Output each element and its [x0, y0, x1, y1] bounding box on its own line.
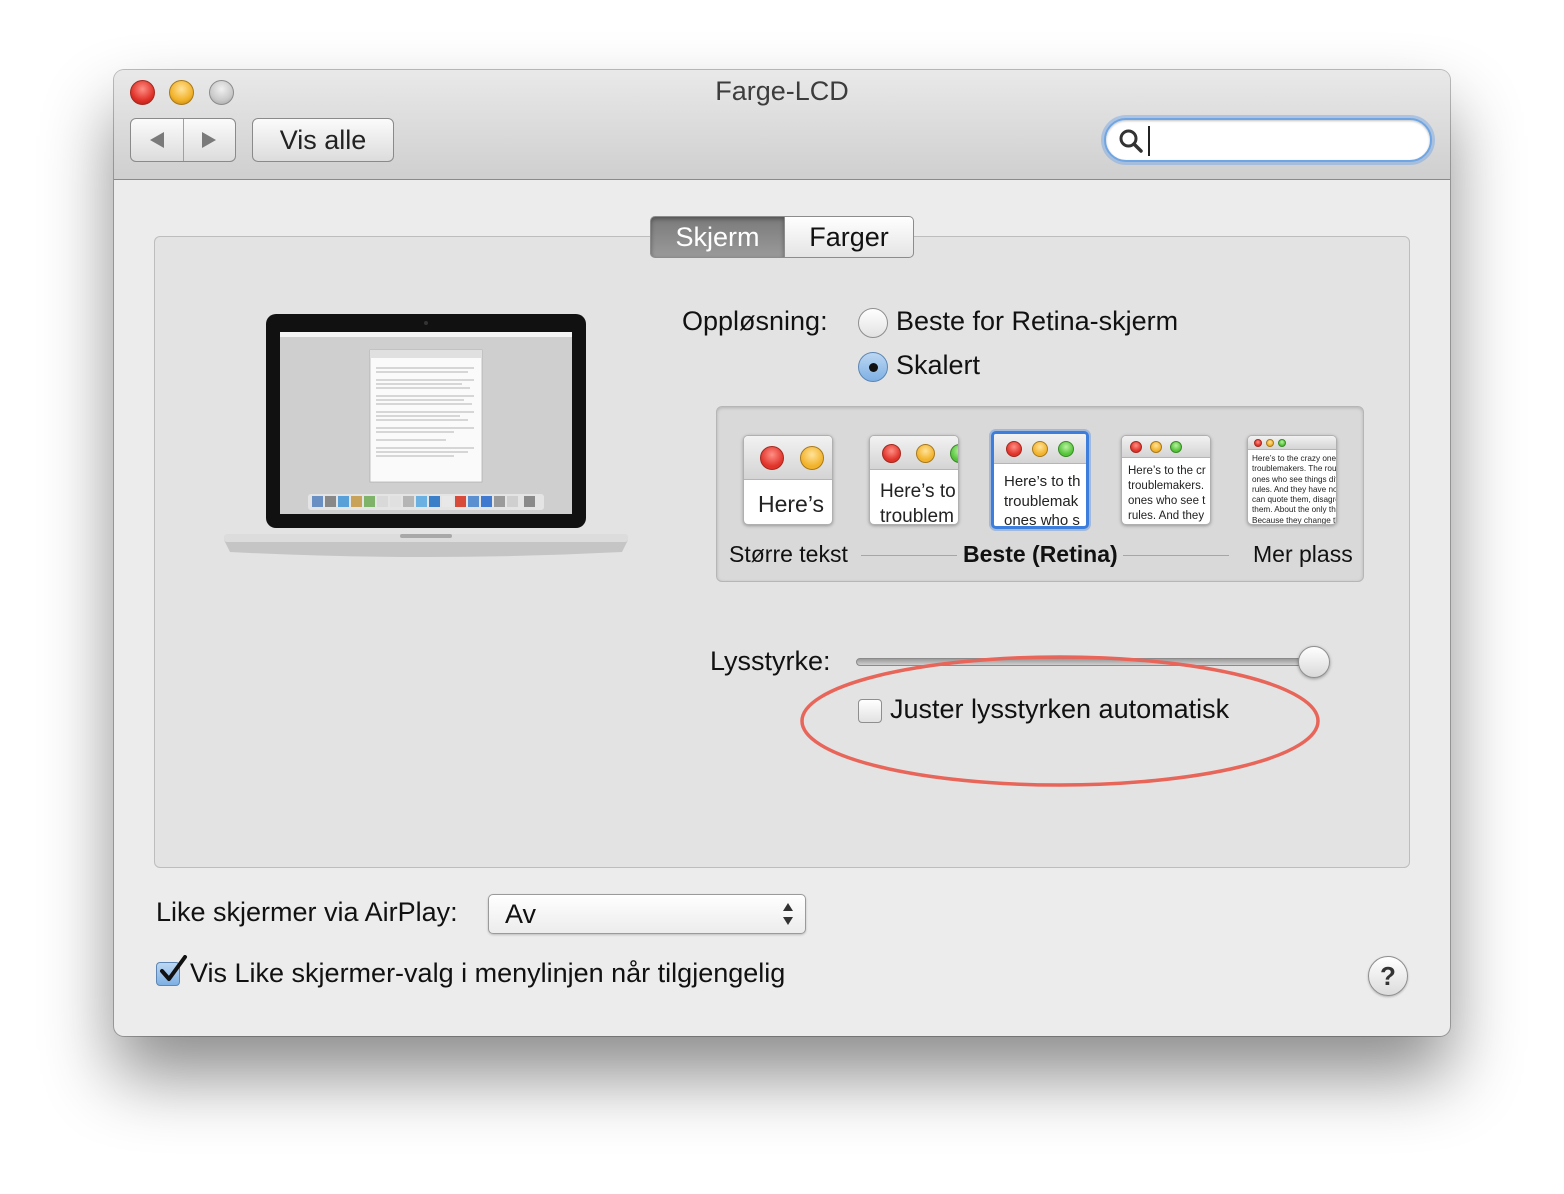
- thumb-minimize-dot: [800, 446, 824, 470]
- show-in-menubar-checkbox[interactable]: [156, 955, 187, 986]
- back-arrow-icon: [149, 132, 164, 148]
- thumb-close-dot: [760, 446, 784, 470]
- thumb-zoom-dot: [1170, 441, 1182, 453]
- back-forward-group: [130, 118, 236, 162]
- tab-display[interactable]: Skjerm: [650, 216, 785, 258]
- help-button[interactable]: ?: [1368, 956, 1408, 996]
- thumb-minimize-dot: [1266, 439, 1274, 447]
- thumb-preview-text: Here’s to the cr troublemakers. ones who…: [1128, 465, 1206, 522]
- best-retina-label: Beste (Retina): [963, 541, 1118, 567]
- scale-option-larger-text[interactable]: Here’s: [743, 435, 833, 525]
- show-in-menubar-label[interactable]: Vis Like skjermer-valg i menylinjen når …: [190, 958, 785, 989]
- scaled-label[interactable]: Skalert: [896, 350, 980, 381]
- more-space-label: Mer plass: [1253, 541, 1353, 567]
- thumb-preview-text: Here’s to the crazy ones troublemakers. …: [1252, 454, 1337, 525]
- thumb-zoom-dot: [1278, 439, 1286, 447]
- tab-bar: Skjerm Farger: [650, 216, 914, 258]
- system-preferences-window: Farge-LCD Vis alle Skjerm Farger Oppløsn…: [114, 70, 1450, 1036]
- brightness-label: Lysstyrke:: [710, 646, 831, 676]
- airplay-label: Like skjermer via AirPlay:: [156, 897, 458, 927]
- scale-option-more-space[interactable]: Here’s to the crazy ones troublemakers. …: [1247, 435, 1337, 525]
- thumb-preview-text: Here’s to th troublemak ones who s: [1004, 473, 1081, 529]
- scale-option-4[interactable]: Here’s to the cr troublemakers. ones who…: [1121, 435, 1211, 525]
- forward-button[interactable]: [184, 119, 236, 161]
- scale-line-right: [1123, 555, 1229, 556]
- scaled-resolution-options: Here’s Here’s to troublem Here’s to th t…: [716, 406, 1364, 582]
- brightness-slider-knob[interactable]: [1298, 646, 1330, 678]
- radio-best-for-retina[interactable]: [858, 308, 888, 338]
- tab-colors[interactable]: Farger: [785, 216, 914, 258]
- search-input[interactable]: [1148, 126, 1418, 156]
- radio-selected-dot: [869, 363, 878, 372]
- forward-arrow-icon: [202, 132, 217, 148]
- thumb-close-dot: [882, 444, 901, 463]
- brightness-slider[interactable]: [856, 658, 1324, 666]
- scale-line-left: [861, 555, 957, 556]
- best-for-retina-label[interactable]: Beste for Retina-skjerm: [896, 306, 1178, 337]
- thumb-minimize-dot: [1032, 441, 1048, 457]
- radio-scaled[interactable]: [858, 352, 888, 382]
- search-icon: [1119, 129, 1143, 153]
- show-all-button[interactable]: Vis alle: [252, 118, 394, 162]
- thumb-close-dot: [1254, 439, 1262, 447]
- resolution-label: Oppløsning:: [682, 306, 828, 336]
- thumb-close-dot: [1130, 441, 1142, 453]
- thumb-zoom-dot: [1058, 441, 1074, 457]
- airplay-selected-value: Av: [505, 899, 537, 929]
- thumb-close-dot: [1006, 441, 1022, 457]
- scale-option-best-retina[interactable]: Here’s to th troublemak ones who s: [991, 431, 1089, 529]
- thumb-minimize-dot: [916, 444, 935, 463]
- updown-arrows-icon: [783, 903, 793, 925]
- back-button[interactable]: [131, 119, 184, 161]
- thumb-preview-text: Here’s to troublem: [880, 481, 956, 525]
- macbook-illustration: [224, 314, 628, 557]
- thumb-preview-text: Here’s: [758, 491, 825, 517]
- search-field[interactable]: [1104, 118, 1432, 162]
- thumb-minimize-dot: [1150, 441, 1162, 453]
- larger-text-label: Større tekst: [729, 541, 848, 567]
- auto-brightness-checkbox[interactable]: [858, 699, 882, 723]
- auto-brightness-label[interactable]: Juster lysstyrken automatisk: [890, 694, 1229, 725]
- window-title: Farge-LCD: [715, 76, 849, 106]
- airplay-mirroring-select[interactable]: Av: [488, 894, 806, 934]
- scale-option-2[interactable]: Here’s to troublem: [869, 435, 959, 525]
- checkmark-icon: [160, 955, 187, 981]
- title-bar: Farge-LCD Vis alle: [114, 70, 1450, 180]
